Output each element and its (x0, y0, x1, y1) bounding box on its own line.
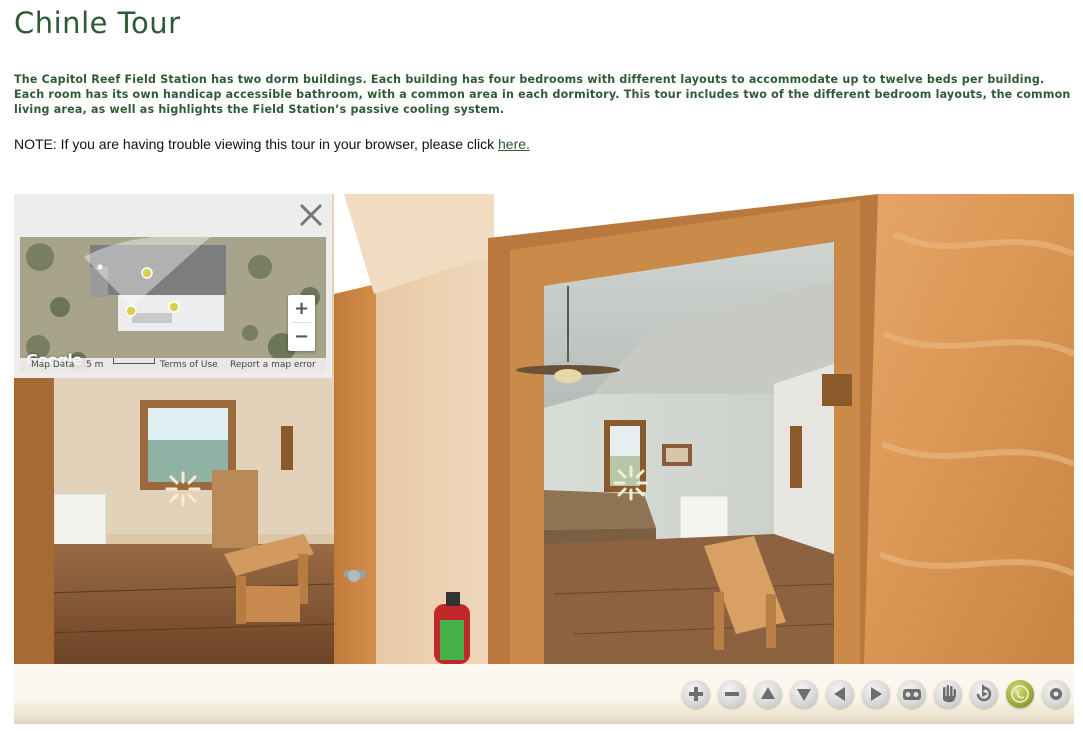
rotate-icon (976, 684, 992, 702)
scale-bar (113, 358, 155, 364)
globe-icon (1011, 685, 1029, 703)
triangle-right-icon (871, 687, 882, 701)
sparkle-icon (613, 465, 649, 501)
map-panel: + − Google Map Data 5 m Terms of Use Rep… (14, 194, 332, 378)
triangle-up-icon (761, 687, 775, 699)
intro-paragraph: The Capitol Reef Field Station has two d… (14, 73, 1071, 116)
note-text: NOTE: If you are having trouble viewing … (14, 136, 498, 152)
note-paragraph: NOTE: If you are having trouble viewing … (14, 136, 530, 152)
vr-mode-button[interactable] (898, 680, 926, 708)
satellite-map[interactable]: + − Google Map Data 5 m Terms of Use Rep… (20, 237, 326, 373)
triangle-left-icon (834, 687, 845, 701)
look-up-button[interactable] (754, 680, 782, 708)
look-left-button[interactable] (826, 680, 854, 708)
plus-icon (689, 687, 703, 701)
look-right-button[interactable] (862, 680, 890, 708)
map-close-button[interactable] (298, 202, 324, 228)
map-scale-label: 5 m (86, 360, 104, 370)
vr-goggles-icon (903, 689, 921, 700)
zoom-in-button[interactable] (682, 680, 710, 708)
sparkle-icon (165, 471, 201, 507)
map-toggle-button[interactable] (1006, 680, 1034, 708)
close-icon (299, 203, 323, 227)
hotspot-left-room[interactable] (164, 470, 202, 508)
map-zoom-out-button[interactable]: − (288, 323, 315, 350)
triangle-down-icon (797, 689, 811, 701)
hotspot-right-room[interactable] (612, 464, 650, 502)
page-title: Chinle Tour (14, 6, 181, 40)
map-footer: Map Data 5 m Terms of Use Report a map e… (20, 358, 326, 373)
terms-of-use-link[interactable]: Terms of Use (160, 358, 218, 373)
circle-dot-icon (1050, 688, 1062, 700)
hand-icon (941, 685, 956, 703)
autorotate-button[interactable] (970, 680, 998, 708)
note-link[interactable]: here. (498, 136, 530, 152)
report-map-error-link[interactable]: Report a map error (230, 358, 316, 373)
fullscreen-button[interactable] (1042, 680, 1070, 708)
map-zoom-control: + − (288, 295, 315, 351)
look-down-button[interactable] (790, 680, 818, 708)
map-data-link[interactable]: Map Data (31, 358, 74, 373)
map-zoom-in-button[interactable]: + (288, 295, 315, 322)
drag-mode-button[interactable] (934, 680, 962, 708)
zoom-out-button[interactable] (718, 680, 746, 708)
minus-icon (725, 692, 739, 696)
viewer-toolbar (14, 664, 1074, 724)
